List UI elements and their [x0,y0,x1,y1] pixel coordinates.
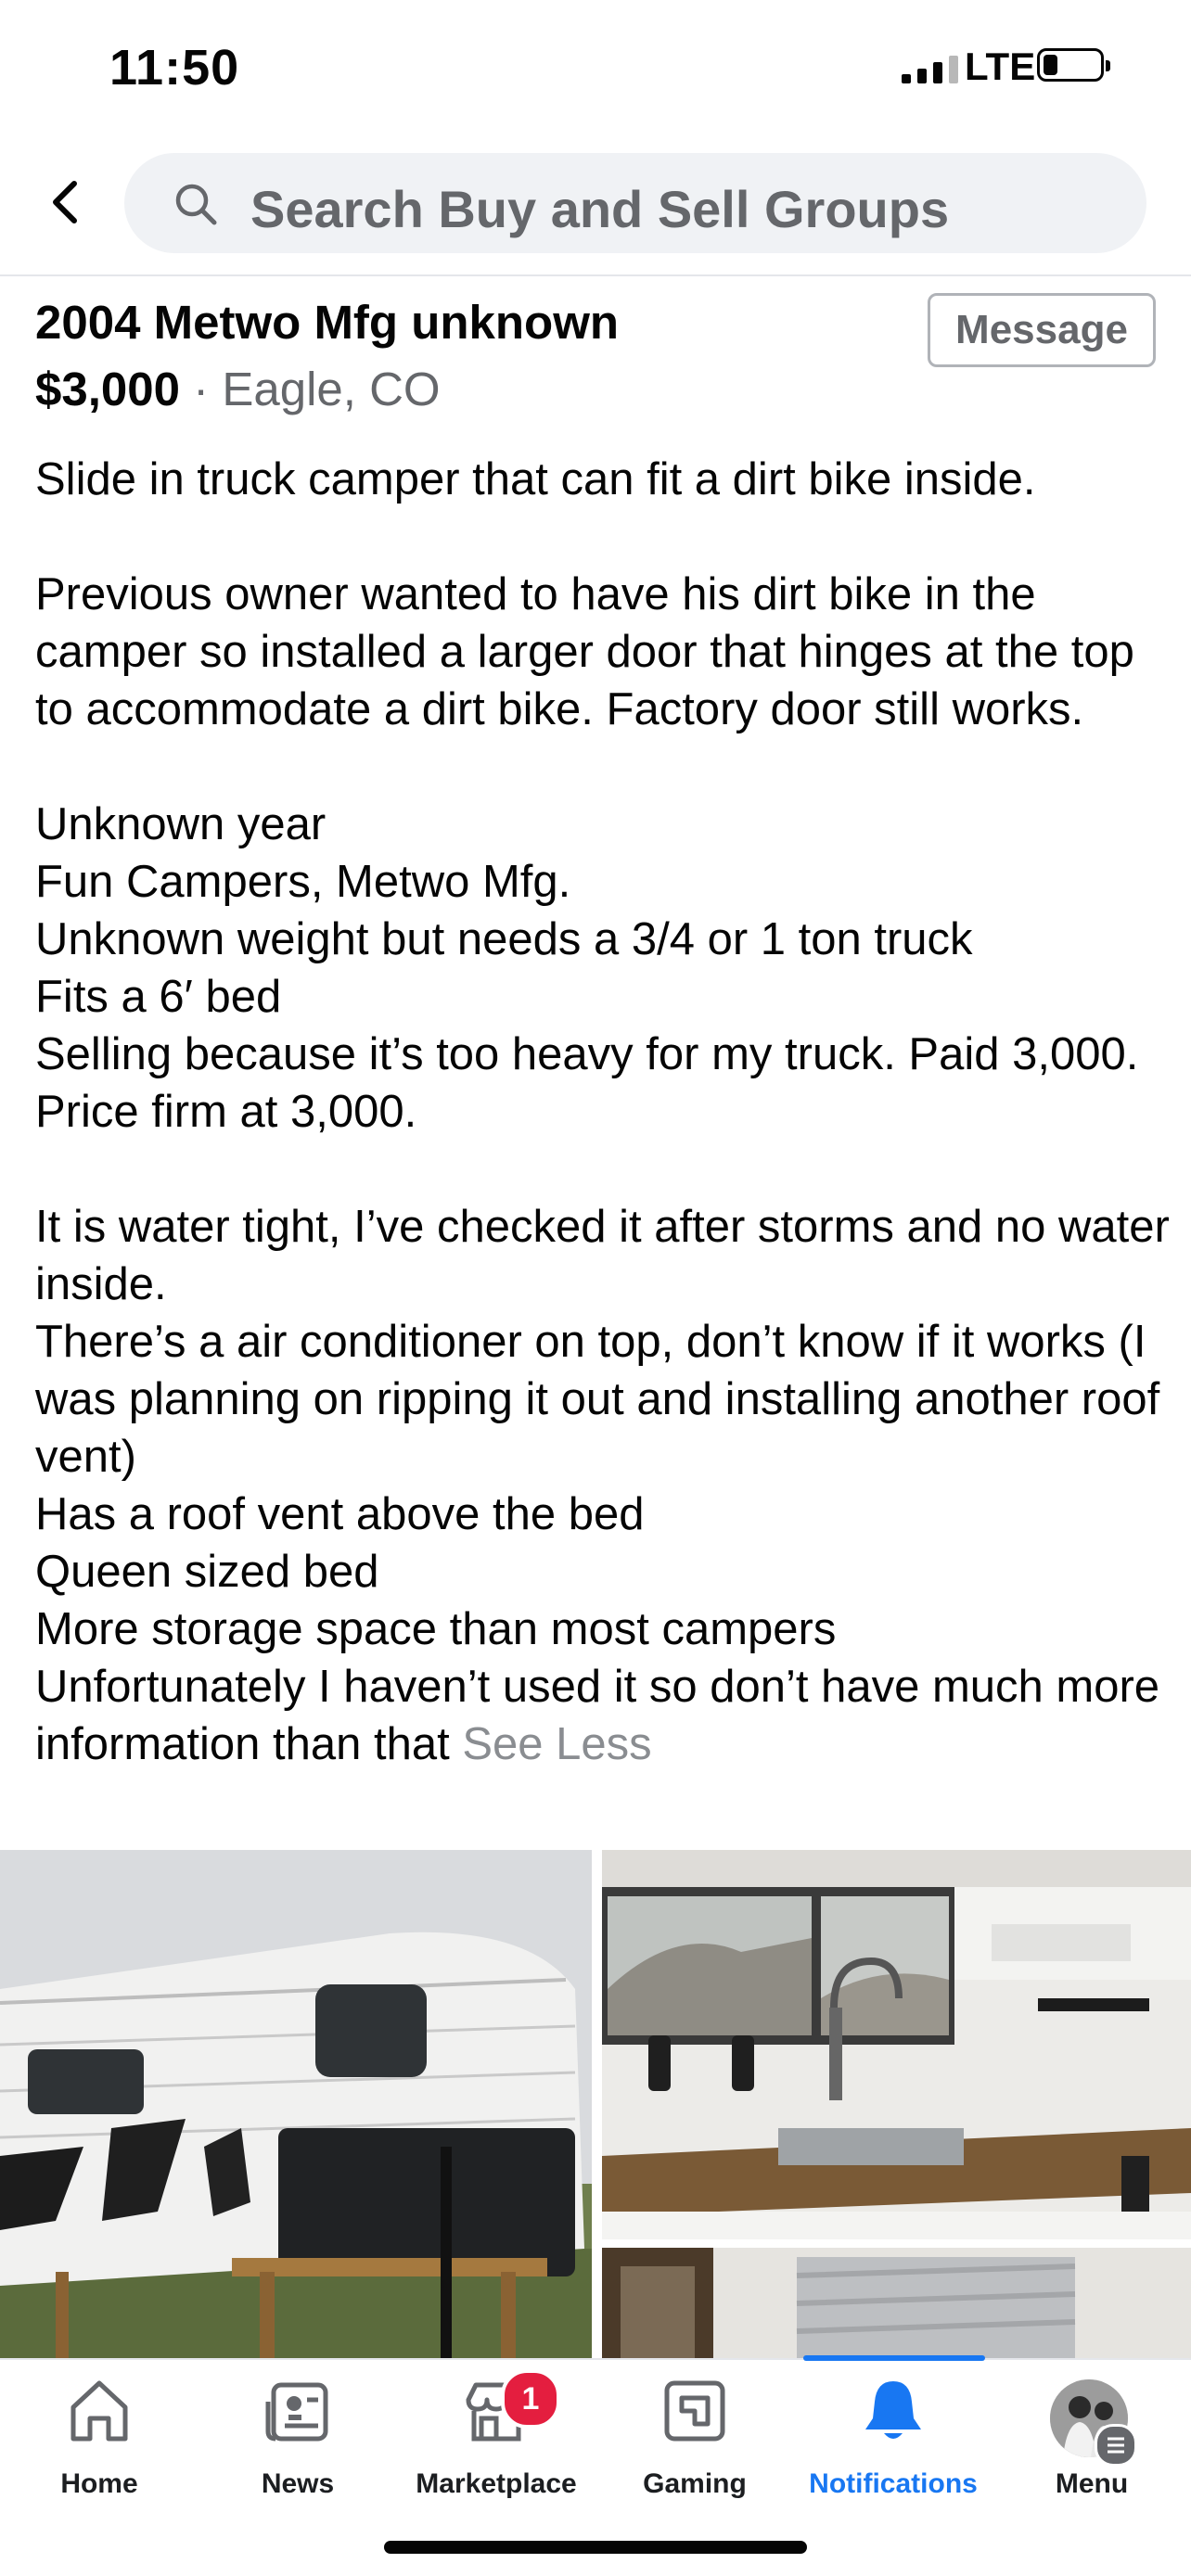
signal-icon [902,56,958,83]
listing-photo-camper-exterior[interactable] [0,1850,592,2358]
listing-description: Slide in truck camper that can fit a dir… [35,451,1176,1773]
battery-icon [1037,48,1110,82]
network-label: LTE [965,45,1036,88]
tab-news-label: News [261,2468,335,2499]
header-divider [0,274,1191,276]
search-input[interactable]: Search Buy and Sell Groups [124,153,1146,253]
tab-notifications[interactable]: Notifications [794,2374,992,2499]
listing-price: $3,000 [35,363,180,415]
listing-location[interactable]: Eagle, CO [222,363,440,415]
marketplace-badge: 1 [501,2369,560,2429]
search-icon [173,181,219,227]
search-placeholder: Search Buy and Sell Groups [250,180,950,238]
listing-title: 2004 Metwo Mfg unknown [35,296,620,349]
menu-icon [1095,2424,1137,2467]
see-less-link[interactable]: See Less [462,1719,651,1769]
active-tab-indicator [803,2355,985,2361]
description-text: Slide in truck camper that can fit a dir… [35,454,1170,1769]
listing-photo-interior[interactable] [602,2248,1191,2358]
back-icon[interactable] [39,174,95,230]
home-indicator[interactable] [384,2541,807,2554]
tab-home-label: Home [60,2468,138,2499]
tab-home[interactable]: Home [0,2374,198,2499]
tab-notifications-label: Notifications [809,2468,978,2499]
bell-icon [856,2374,930,2448]
tab-menu-label: Menu [1055,2468,1129,2499]
status-time: 11:50 [109,40,240,96]
home-icon [62,2374,136,2448]
tab-marketplace-label: Marketplace [416,2468,577,2499]
gaming-icon [658,2374,732,2448]
tab-marketplace[interactable]: Marketplace [397,2374,596,2499]
tab-news[interactable]: News [198,2374,397,2499]
tab-gaming[interactable]: Gaming [596,2374,794,2499]
tab-gaming-label: Gaming [643,2468,747,2499]
price-separator: · [180,363,223,415]
price-location: $3,000 · Eagle, CO [35,362,441,416]
message-button[interactable]: Message [928,293,1156,367]
listing-photo-kitchen-sink[interactable] [602,1850,1191,2239]
news-icon [261,2374,335,2448]
